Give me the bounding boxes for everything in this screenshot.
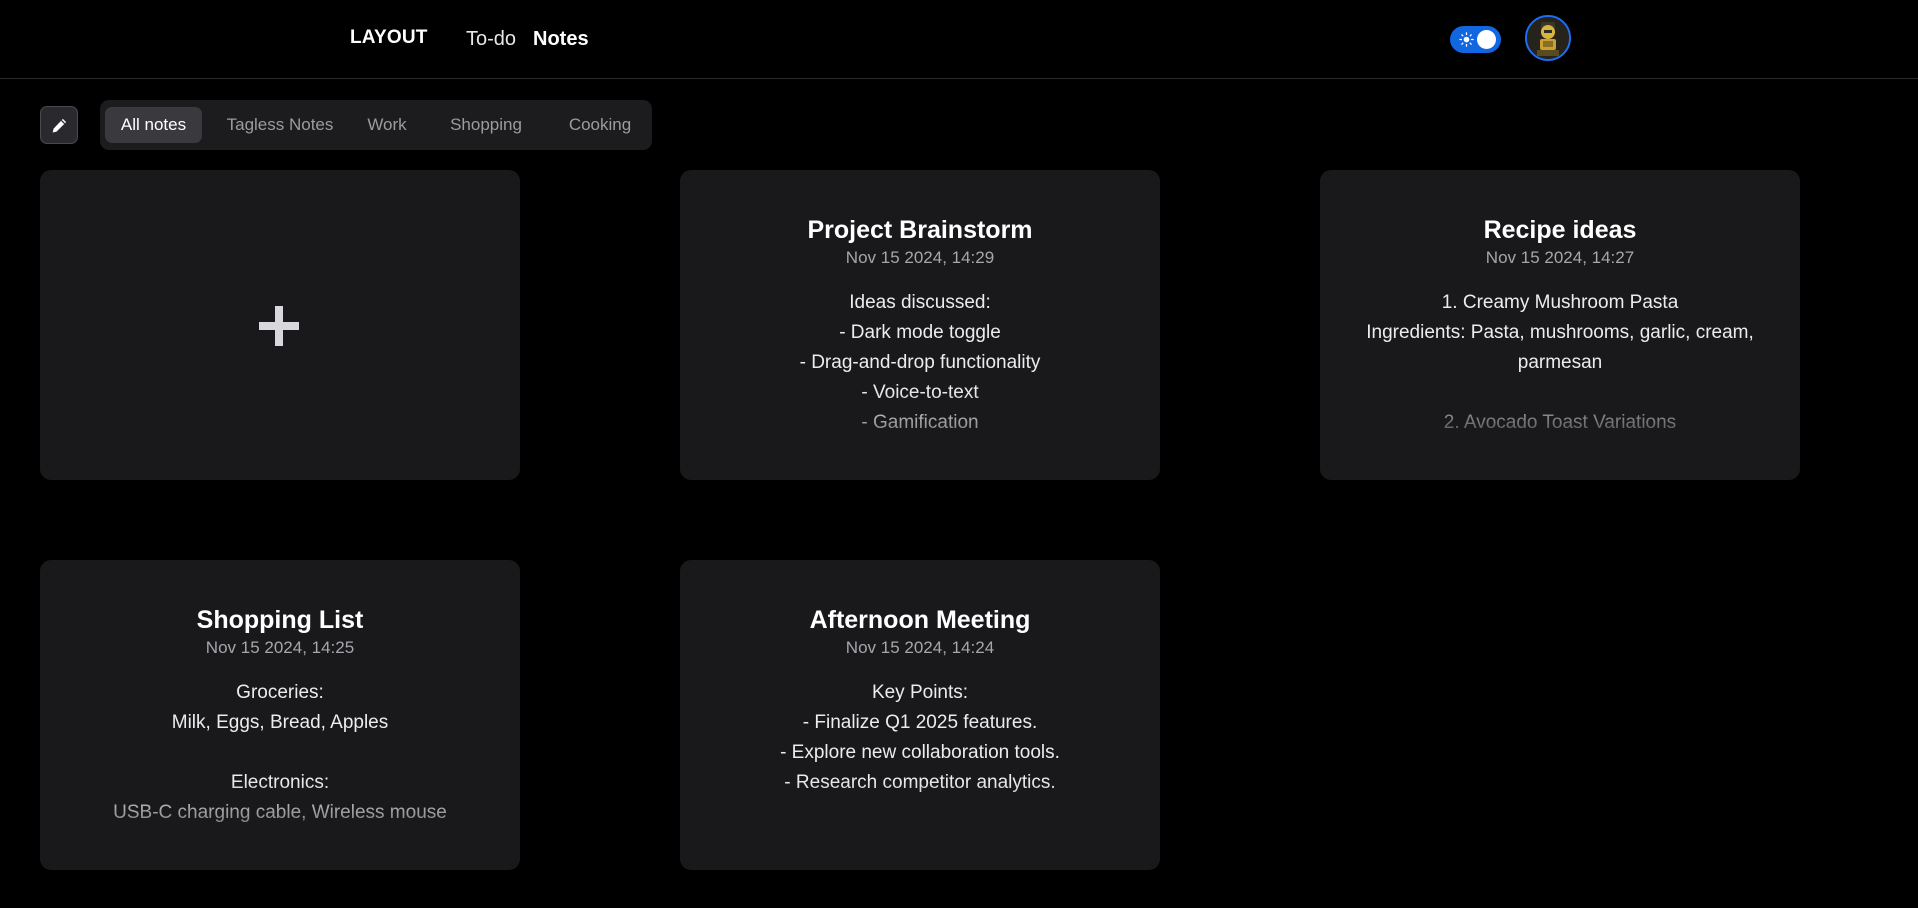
app-logo[interactable]: LAYOUT	[350, 27, 428, 49]
note-line: - Voice-to-text	[861, 382, 979, 403]
pencil-icon	[52, 118, 67, 133]
note-line: - Research competitor analytics.	[784, 772, 1056, 793]
note-title: Project Brainstorm	[807, 216, 1033, 244]
note-card[interactable]: Project Brainstorm Nov 15 2024, 14:29 Id…	[680, 170, 1160, 480]
note-date: Nov 15 2024, 14:29	[845, 248, 995, 267]
tab-all-notes[interactable]: All notes	[105, 107, 202, 143]
toggle-knob	[1477, 30, 1496, 49]
note-body: Key Points: - Finalize Q1 2025 features.…	[720, 678, 1120, 844]
note-title: Shopping List	[196, 606, 364, 634]
note-line: - Gamification	[861, 412, 979, 433]
avatar-image	[1527, 17, 1569, 59]
note-line: - Finalize Q1 2025 features.	[802, 712, 1038, 733]
note-line: - Explore new collaboration tools.	[780, 742, 1060, 763]
note-line: USB-C charging cable, Wireless mouse	[113, 802, 447, 823]
note-date: Nov 15 2024, 14:27	[1485, 248, 1635, 267]
theme-toggle[interactable]	[1450, 26, 1501, 53]
note-card[interactable]: Afternoon Meeting Nov 15 2024, 14:24 Key…	[680, 560, 1160, 870]
note-line	[1360, 378, 1760, 408]
note-line: Milk, Eggs, Bread, Apples	[171, 712, 389, 733]
nav-link-todo[interactable]: To-do	[466, 28, 516, 51]
note-line: - Drag-and-drop functionality	[799, 352, 1041, 373]
note-line: Ideas discussed:	[849, 292, 991, 313]
note-body: Groceries: Milk, Eggs, Bread, Apples Ele…	[80, 678, 480, 844]
tab-cooking[interactable]: Cooking	[556, 107, 644, 143]
note-body: Ideas discussed: - Dark mode toggle - Dr…	[720, 288, 1120, 454]
note-line: 2. Avocado Toast Variations	[1443, 412, 1677, 433]
note-line: 1. Creamy Mushroom Pasta	[1441, 292, 1679, 313]
note-card[interactable]: Recipe ideas Nov 15 2024, 14:27 1. Cream…	[1320, 170, 1800, 480]
edit-button[interactable]	[40, 106, 78, 144]
note-title: Afternoon Meeting	[809, 606, 1031, 634]
note-line: Groceries:	[236, 682, 324, 703]
tab-tagless-notes[interactable]: Tagless Notes	[216, 107, 344, 143]
tag-filter-bar: All notes Tagless Notes Work Shopping Co…	[100, 100, 652, 150]
tab-work[interactable]: Work	[358, 107, 416, 143]
user-avatar[interactable]	[1525, 15, 1571, 61]
note-card[interactable]: Shopping List Nov 15 2024, 14:25 Groceri…	[40, 560, 520, 870]
nav-link-notes[interactable]: Notes	[533, 28, 589, 51]
top-navbar: LAYOUT To-do Notes	[0, 0, 1918, 79]
add-note-card[interactable]	[40, 170, 520, 480]
note-line: - Dark mode toggle	[839, 322, 1001, 343]
plus-icon	[259, 306, 299, 346]
note-line: Key Points:	[871, 682, 969, 703]
tab-shopping[interactable]: Shopping	[440, 107, 532, 143]
note-line: Ingredients: Pasta, mushrooms, garlic, c…	[1366, 322, 1754, 373]
note-body: 1. Creamy Mushroom Pasta Ingredients: Pa…	[1360, 288, 1760, 436]
note-date: Nov 15 2024, 14:25	[205, 638, 355, 657]
note-date: Nov 15 2024, 14:24	[845, 638, 995, 657]
note-line	[80, 738, 480, 768]
sun-icon	[1459, 32, 1474, 47]
note-line: Electronics:	[230, 772, 330, 793]
note-title: Recipe ideas	[1483, 216, 1637, 244]
